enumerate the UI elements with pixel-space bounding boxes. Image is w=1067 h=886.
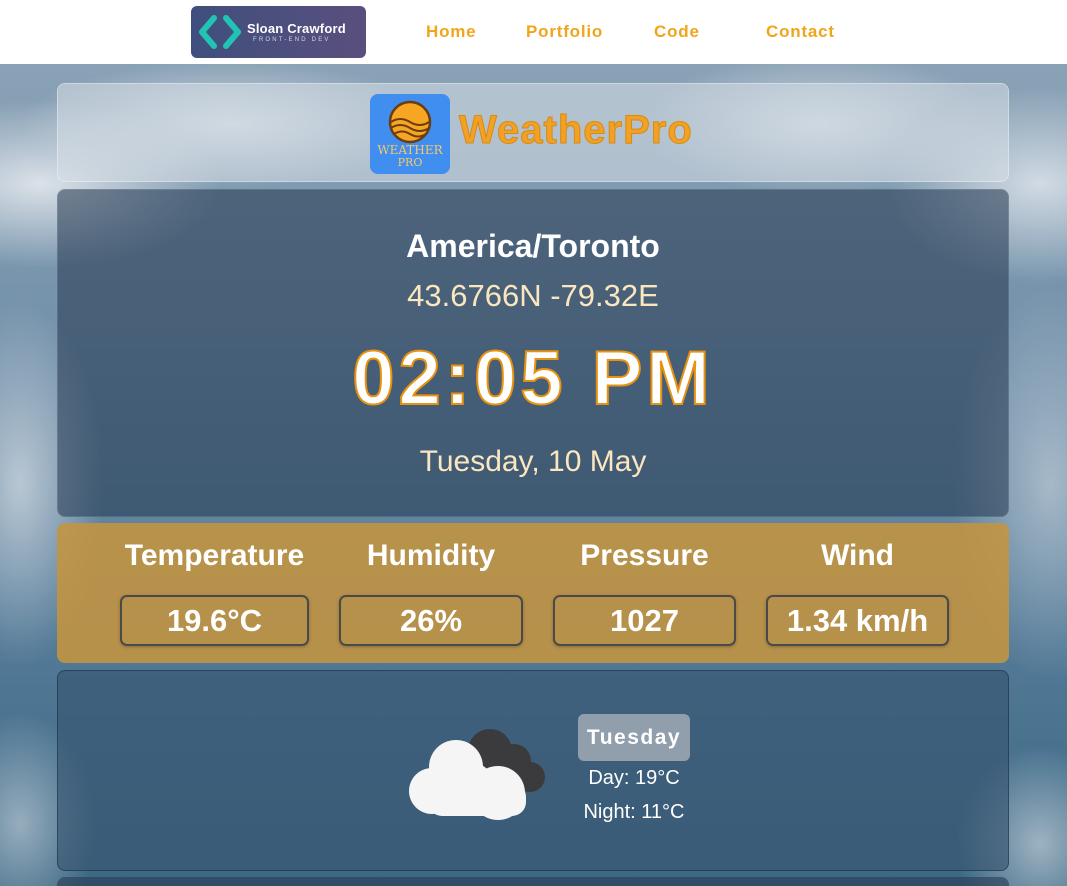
- forecast-day-temp: Day: 19°C: [588, 767, 680, 789]
- forecast-day-badge: Tuesday: [578, 714, 690, 761]
- forecast-night-temp: Night: 11°C: [583, 801, 685, 823]
- nav-link-home[interactable]: Home: [426, 22, 476, 42]
- cloudy-icon: [409, 729, 545, 820]
- top-navbar: Sloan Crawford FRONT-END DEV Home Portfo…: [0, 0, 1067, 64]
- stat-value: 19.6°C: [120, 595, 309, 646]
- stat-label: Temperature: [124, 539, 305, 572]
- forecast-card: Tuesday Day: 19°C Night: 11°C: [57, 670, 1009, 871]
- timezone-label: America/Toronto: [406, 228, 660, 264]
- next-card-edge: [57, 877, 1009, 886]
- current-time: 02:05 PM: [351, 335, 714, 422]
- stat-value: 26%: [339, 595, 523, 646]
- nav-link-contact[interactable]: Contact: [766, 22, 835, 42]
- weatherpro-app-icon: WEATHER PRO: [370, 94, 450, 174]
- stat-value: 1027: [553, 595, 736, 646]
- nav-link-code[interactable]: Code: [654, 22, 700, 42]
- app-icon-label-weather: WEATHER: [377, 143, 443, 157]
- sun-waves-icon: WEATHER PRO: [377, 100, 444, 169]
- stat-label: Wind: [820, 539, 895, 572]
- current-date: Tuesday, 10 May: [419, 445, 647, 478]
- coordinates-label: 43.6766N -79.32E: [407, 278, 659, 313]
- logo-subtitle: FRONT-END DEV: [253, 37, 331, 43]
- nav-link-portfolio[interactable]: Portfolio: [526, 22, 603, 42]
- site-logo[interactable]: Sloan Crawford FRONT-END DEV: [191, 6, 366, 58]
- location-time-card: America/Toronto 43.6766N -79.32E 02:05 P…: [57, 189, 1009, 517]
- weather-stats-card: Temperature 19.6°C Humidity 26% Pressure…: [57, 523, 1009, 663]
- logo-name: Sloan Crawford: [247, 21, 346, 36]
- stat-value: 1.34 km/h: [766, 595, 949, 646]
- stat-label: Humidity: [366, 539, 496, 572]
- code-brackets-icon: [199, 15, 241, 49]
- app-icon-label-pro: PRO: [398, 156, 423, 169]
- app-title: WeatherPro: [459, 108, 693, 153]
- stat-label: Pressure: [580, 539, 709, 572]
- app-header-card: WEATHER PRO WeatherPro: [57, 83, 1009, 182]
